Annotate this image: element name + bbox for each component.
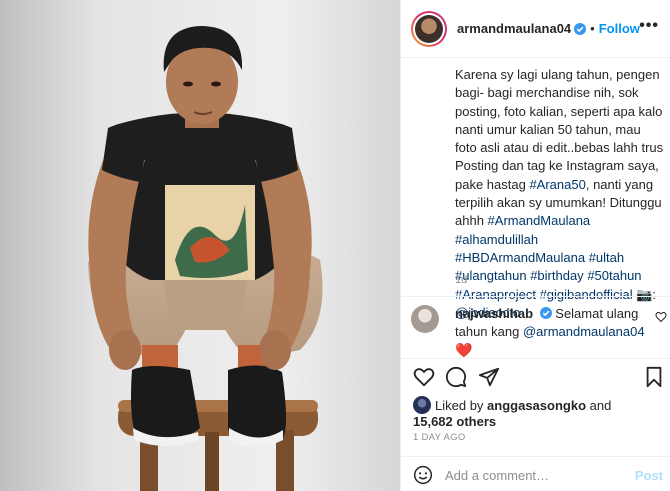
bookmark-icon[interactable]	[643, 366, 665, 388]
action-bar	[413, 366, 663, 390]
commenter-username[interactable]: najwashihab	[455, 306, 533, 321]
post-caption: Karena sy lagi ulang tahun, pengen bagi-…	[455, 66, 665, 322]
comment-input[interactable]	[445, 465, 625, 485]
liker-username[interactable]: anggasasongko	[487, 398, 586, 413]
smiley-icon[interactable]	[413, 465, 433, 485]
caption-age[interactable]: 1d	[455, 274, 467, 286]
liker-avatar[interactable]	[413, 396, 431, 414]
paper-plane-icon[interactable]	[478, 366, 500, 388]
caption-link[interactable]: #Aranaproject	[455, 287, 536, 302]
likes-summary: Liked by anggasasongko and 15,682 others	[413, 396, 663, 429]
speech-bubble-icon[interactable]	[445, 366, 467, 388]
follow-button[interactable]: Follow	[599, 21, 640, 36]
likes-prefix: Liked by	[435, 398, 488, 413]
comment-mention-link[interactable]: @armandmaulana04	[523, 324, 645, 339]
caption-link[interactable]: #ultah	[589, 250, 624, 265]
post-date[interactable]: 1 DAY AGO	[413, 432, 466, 443]
heart-outline-icon[interactable]	[413, 366, 435, 388]
caption-link[interactable]: #Arana50	[529, 177, 585, 192]
comment-emoji: ❤️	[455, 342, 473, 358]
commenter-avatar[interactable]	[411, 305, 439, 333]
likes-middle: and	[586, 398, 612, 413]
caption-link[interactable]: #ArmandMaulana	[488, 213, 591, 228]
header-separator: •	[590, 21, 595, 36]
post-image[interactable]	[0, 0, 400, 491]
caption-link[interactable]: #birthday	[530, 268, 583, 283]
comment-text: najwashihab Selamat ulang tahun kang @ar…	[455, 305, 655, 360]
author-username[interactable]: armandmaulana04	[457, 21, 571, 36]
post-photo-illustration	[0, 0, 400, 491]
caption-text: 📷:	[632, 286, 656, 302]
caption-link[interactable]: #gigibandofficial	[540, 287, 633, 302]
caption-link[interactable]: #HBDArmandMaulana	[455, 250, 585, 265]
post-comment-button[interactable]: Post	[635, 468, 663, 483]
caption-link[interactable]: #alhamdulillah	[455, 232, 538, 247]
post-side-panel: armandmaulana04 • Follow ••• Karena sy l…	[400, 0, 670, 491]
caption-link[interactable]: #50tahun	[587, 268, 641, 283]
comment-like-heart-icon[interactable]	[655, 311, 667, 323]
post-header: armandmaulana04 • Follow •••	[401, 0, 670, 58]
more-options-icon[interactable]: •••	[639, 18, 659, 34]
likes-count[interactable]: 15,682 others	[413, 414, 496, 429]
divider	[401, 296, 670, 297]
add-comment-bar: Post	[401, 456, 670, 491]
author-avatar[interactable]	[411, 10, 447, 47]
divider	[401, 358, 670, 359]
verified-badge-icon	[574, 22, 587, 35]
verified-badge-icon	[539, 307, 552, 319]
caption-text: Karena sy lagi ulang tahun, pengen bagi-…	[455, 67, 664, 192]
